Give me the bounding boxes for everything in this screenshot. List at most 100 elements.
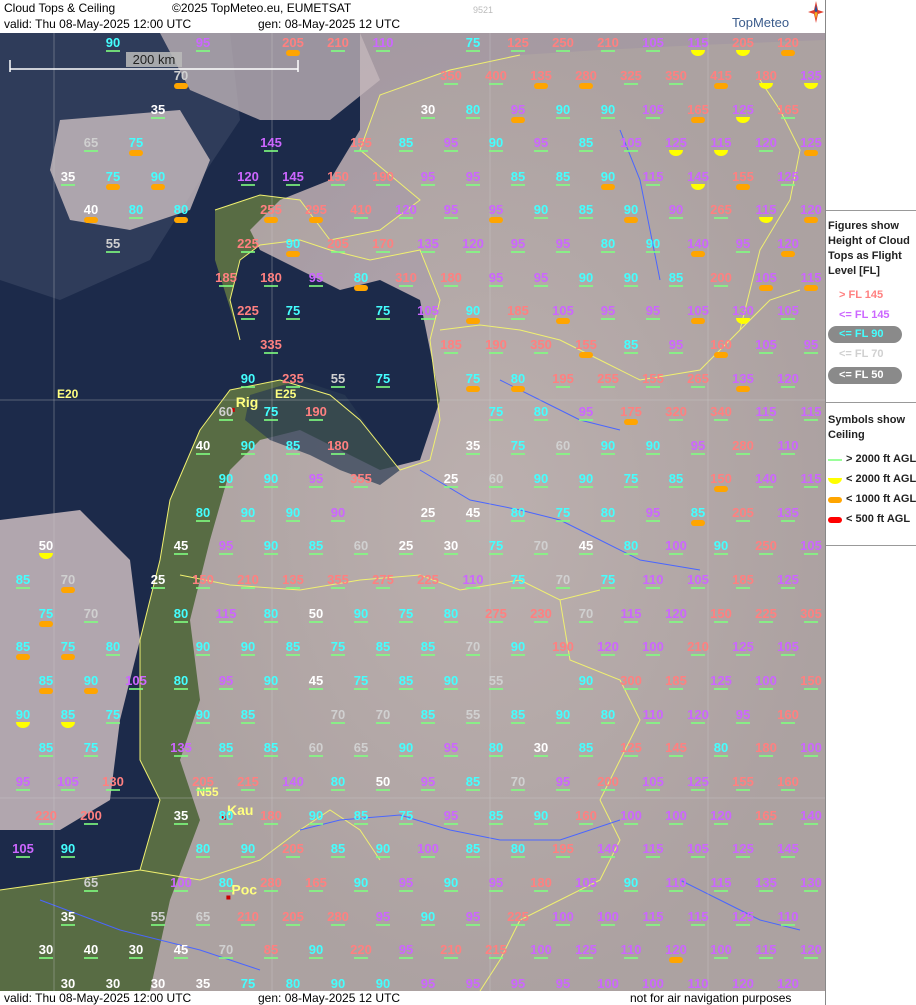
ceiling-below-1000-symbol — [466, 318, 480, 324]
flight-level-value: 70 — [466, 639, 480, 654]
generated-time: gen: 08-May-2025 12 UTC — [258, 17, 401, 31]
legend-fl-label: <= FL 145 — [839, 309, 890, 321]
cloud-top-reading: 355 — [350, 471, 372, 488]
legend-symbol-pill-icon — [828, 497, 842, 503]
ceiling-below-1000-symbol — [466, 386, 480, 392]
cloud-top-reading: 95 — [556, 976, 570, 991]
flight-level-value: 95 — [579, 404, 593, 419]
flight-level-value: 30 — [151, 976, 165, 991]
flight-level-value: 55 — [489, 673, 503, 688]
flight-level-value: 90 — [444, 673, 458, 688]
cloud-top-reading: 45 — [466, 505, 480, 522]
flight-level-value: 60 — [309, 740, 323, 755]
flight-level-value: 135 — [170, 740, 192, 755]
flight-level-value: 85 — [39, 673, 53, 688]
flight-level-value: 90 — [511, 639, 525, 654]
cloud-top-reading: 105 — [125, 673, 147, 690]
cloud-top-reading: 95 — [196, 35, 210, 52]
cloud-top-reading: 280 — [327, 909, 349, 926]
ceiling-below-1000-symbol — [691, 318, 705, 324]
cloud-top-reading: 210 — [440, 942, 462, 959]
flight-level-value: 210 — [237, 572, 259, 587]
flight-level-value: 75 — [354, 673, 368, 688]
cloud-top-reading: 90 — [286, 505, 300, 522]
flight-level-value: 30 — [534, 740, 548, 755]
flight-level-value: 225 — [507, 909, 529, 924]
flight-level-value: 355 — [327, 572, 349, 587]
flight-level-value: 280 — [327, 909, 349, 924]
flight-level-value: 125 — [575, 942, 597, 957]
flight-level-value: 90 — [241, 505, 255, 520]
flight-level-value: 100 — [597, 909, 619, 924]
cloud-top-reading: 90 — [534, 471, 548, 488]
cloud-top-reading: 115 — [801, 471, 821, 488]
cloud-top-reading: 140 — [755, 471, 777, 488]
cloud-top-reading: 305 — [800, 606, 822, 623]
flight-level-value: 125 — [777, 169, 799, 184]
cloud-top-reading: 115 — [216, 606, 237, 623]
flight-level-value: 215 — [237, 774, 259, 789]
map-title: Cloud Tops & Ceiling — [4, 1, 116, 15]
flight-level-value: 90 — [579, 471, 593, 486]
flight-level-value: 115 — [756, 202, 777, 217]
flight-level-value: 340 — [710, 404, 732, 419]
cloud-top-reading: 280 — [732, 438, 754, 455]
cloud-top-reading: 90 — [601, 169, 615, 190]
cloud-top-reading: 45 — [174, 942, 188, 959]
cloud-top-reading: 85 — [579, 740, 593, 757]
cloud-top-reading: 70 — [219, 942, 233, 959]
flight-level-value: 265 — [687, 371, 709, 386]
cloud-top-reading: 115 — [711, 875, 731, 892]
cloud-top-reading: 95 — [399, 875, 413, 892]
cloud-top-reading: 80 — [354, 270, 368, 291]
cloud-top-reading: 90 — [309, 808, 323, 825]
cloud-top-reading: 125 — [710, 673, 732, 690]
flight-level-value: 80 — [601, 707, 615, 722]
cloud-top-reading: 90 — [601, 102, 615, 119]
flight-level-value: 155 — [732, 774, 754, 789]
cloud-top-reading: 75 — [466, 35, 480, 52]
flight-level-value: 100 — [620, 808, 642, 823]
flight-level-value: 205 — [192, 774, 214, 789]
flight-level-value: 90 — [354, 875, 368, 890]
ceiling-below-1000-symbol — [714, 83, 728, 89]
cloud-top-reading: 110 — [778, 438, 798, 455]
cloud-top-reading: 85 — [39, 673, 53, 694]
flight-level-value: 115 — [216, 606, 237, 621]
ceiling-below-1000-symbol — [309, 217, 323, 223]
flight-level-value: 80 — [354, 270, 368, 285]
flight-level-value: 45 — [174, 538, 188, 553]
flight-level-value: 65 — [84, 875, 98, 890]
cloud-top-reading: 135 — [755, 875, 777, 892]
cloud-top-reading: 95 — [534, 135, 548, 152]
flight-level-value: 205 — [282, 841, 304, 856]
flight-level-value: 45 — [579, 538, 593, 553]
satellite-map[interactable]: 200 km E20E25N55 TalRigKauPocMin 9095205… — [0, 33, 825, 991]
flight-level-value: 100 — [170, 875, 192, 890]
cloud-top-reading: 90 — [624, 270, 638, 287]
flight-level-value: 295 — [305, 202, 327, 217]
flight-level-value: 300 — [620, 673, 642, 688]
cloud-top-reading: 200 — [597, 774, 619, 791]
flight-level-value: 95 — [399, 942, 413, 957]
ceiling-below-1000-symbol — [151, 184, 165, 190]
flight-level-value: 100 — [417, 841, 439, 856]
ceiling-below-1000-symbol — [174, 83, 188, 89]
legend-panel: Figures show Height of Cloud Tops as Fli… — [825, 0, 916, 1005]
cloud-top-reading: 125 — [732, 639, 754, 656]
cloud-top-reading: 30 — [421, 102, 435, 119]
flight-level-value: 250 — [552, 35, 574, 50]
flight-level-value: 85 — [241, 707, 255, 722]
flight-level-value: 75 — [264, 404, 278, 419]
legend-divider — [826, 210, 916, 211]
cloud-top-reading: 120 — [800, 942, 822, 959]
flight-level-value: 120 — [710, 808, 732, 823]
cloud-top-reading: 95 — [466, 169, 480, 186]
cloud-top-reading: 80 — [106, 639, 120, 656]
cloud-top-reading: 90 — [669, 202, 683, 219]
cloud-top-reading: 200 — [710, 270, 732, 287]
topmeteo-logo[interactable]: TopMeteo — [730, 1, 825, 33]
flight-level-value: 85 — [579, 740, 593, 755]
cloud-top-reading: 85 — [286, 639, 300, 656]
flight-level-value: 95 — [309, 471, 323, 486]
